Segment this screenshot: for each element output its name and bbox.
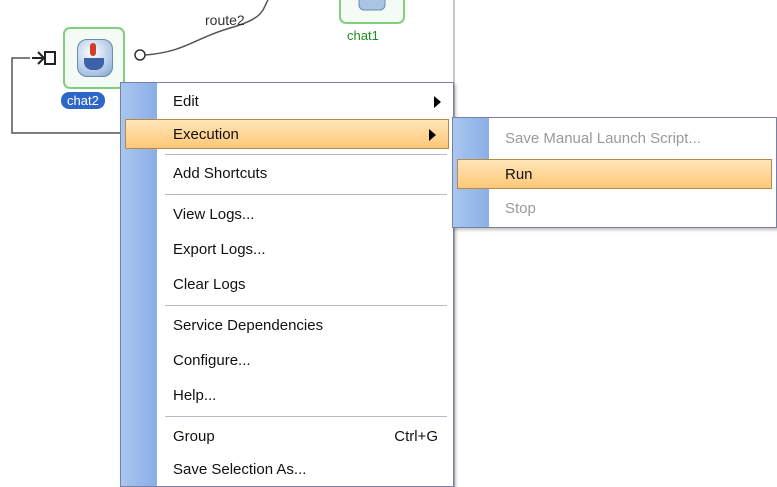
menu-item-label: Export Logs... (173, 241, 266, 258)
menu-item-save-manual-launch-script[interactable]: Save Manual Launch Script... (453, 124, 776, 154)
menu-item-execution[interactable]: Execution (125, 119, 449, 149)
chat2-label-selected: chat2 (61, 92, 105, 109)
menu-item-label: Edit (173, 93, 199, 110)
menu-item-view-logs[interactable]: View Logs... (121, 200, 453, 230)
menu-item-label: Stop (505, 200, 536, 217)
menu-item-run[interactable]: Run (457, 159, 772, 189)
output-connector-icon[interactable] (133, 48, 147, 62)
input-connector-icon[interactable] (30, 48, 60, 68)
menu-item-edit[interactable]: Edit (121, 87, 453, 117)
menu-item-export-logs[interactable]: Export Logs... (121, 235, 453, 265)
menu-item-label: Save Manual Launch Script... (505, 130, 701, 147)
submenu-arrow-icon (429, 129, 436, 141)
java-service-icon (77, 39, 113, 77)
menu-item-label: Configure... (173, 352, 251, 369)
chat1-node[interactable] (339, 0, 405, 24)
menu-item-label: Clear Logs (173, 276, 246, 293)
menu-item-label: Group (173, 428, 215, 445)
menu-item-label: Help... (173, 387, 217, 404)
menu-item-label: Save Selection As... (173, 461, 307, 478)
execution-submenu: Save Manual Launch Script... Run Stop (452, 117, 777, 228)
menu-item-service-dependencies[interactable]: Service Dependencies (121, 311, 453, 341)
context-menu: Edit Execution Add Shortcuts View Logs..… (120, 82, 454, 487)
menu-separator (165, 154, 447, 155)
route2-label: route2 (205, 12, 245, 28)
menu-separator (165, 194, 447, 195)
menu-separator (165, 305, 447, 306)
menu-item-label: Service Dependencies (173, 317, 324, 334)
menu-separator (165, 416, 447, 417)
java-service-icon (358, 0, 386, 11)
menu-item-configure[interactable]: Configure... (121, 346, 453, 376)
menu-item-label: Add Shortcuts (173, 165, 268, 182)
chat1-label: chat1 (347, 28, 379, 43)
submenu-arrow-icon (434, 96, 441, 108)
menu-item-shortcut: Ctrl+G (394, 428, 438, 445)
menu-item-label: Run (505, 166, 533, 183)
chat2-node[interactable] (63, 27, 125, 89)
menu-item-stop[interactable]: Stop (453, 194, 776, 224)
menu-item-label: View Logs... (173, 206, 255, 223)
menu-item-clear-logs[interactable]: Clear Logs (121, 270, 453, 300)
menu-item-add-shortcuts[interactable]: Add Shortcuts (121, 159, 453, 189)
menu-item-group[interactable]: Group Ctrl+G (121, 422, 453, 452)
menu-item-help[interactable]: Help... (121, 381, 453, 411)
menu-item-save-selection-as[interactable]: Save Selection As... (121, 455, 453, 485)
menu-item-label: Execution (173, 126, 239, 143)
